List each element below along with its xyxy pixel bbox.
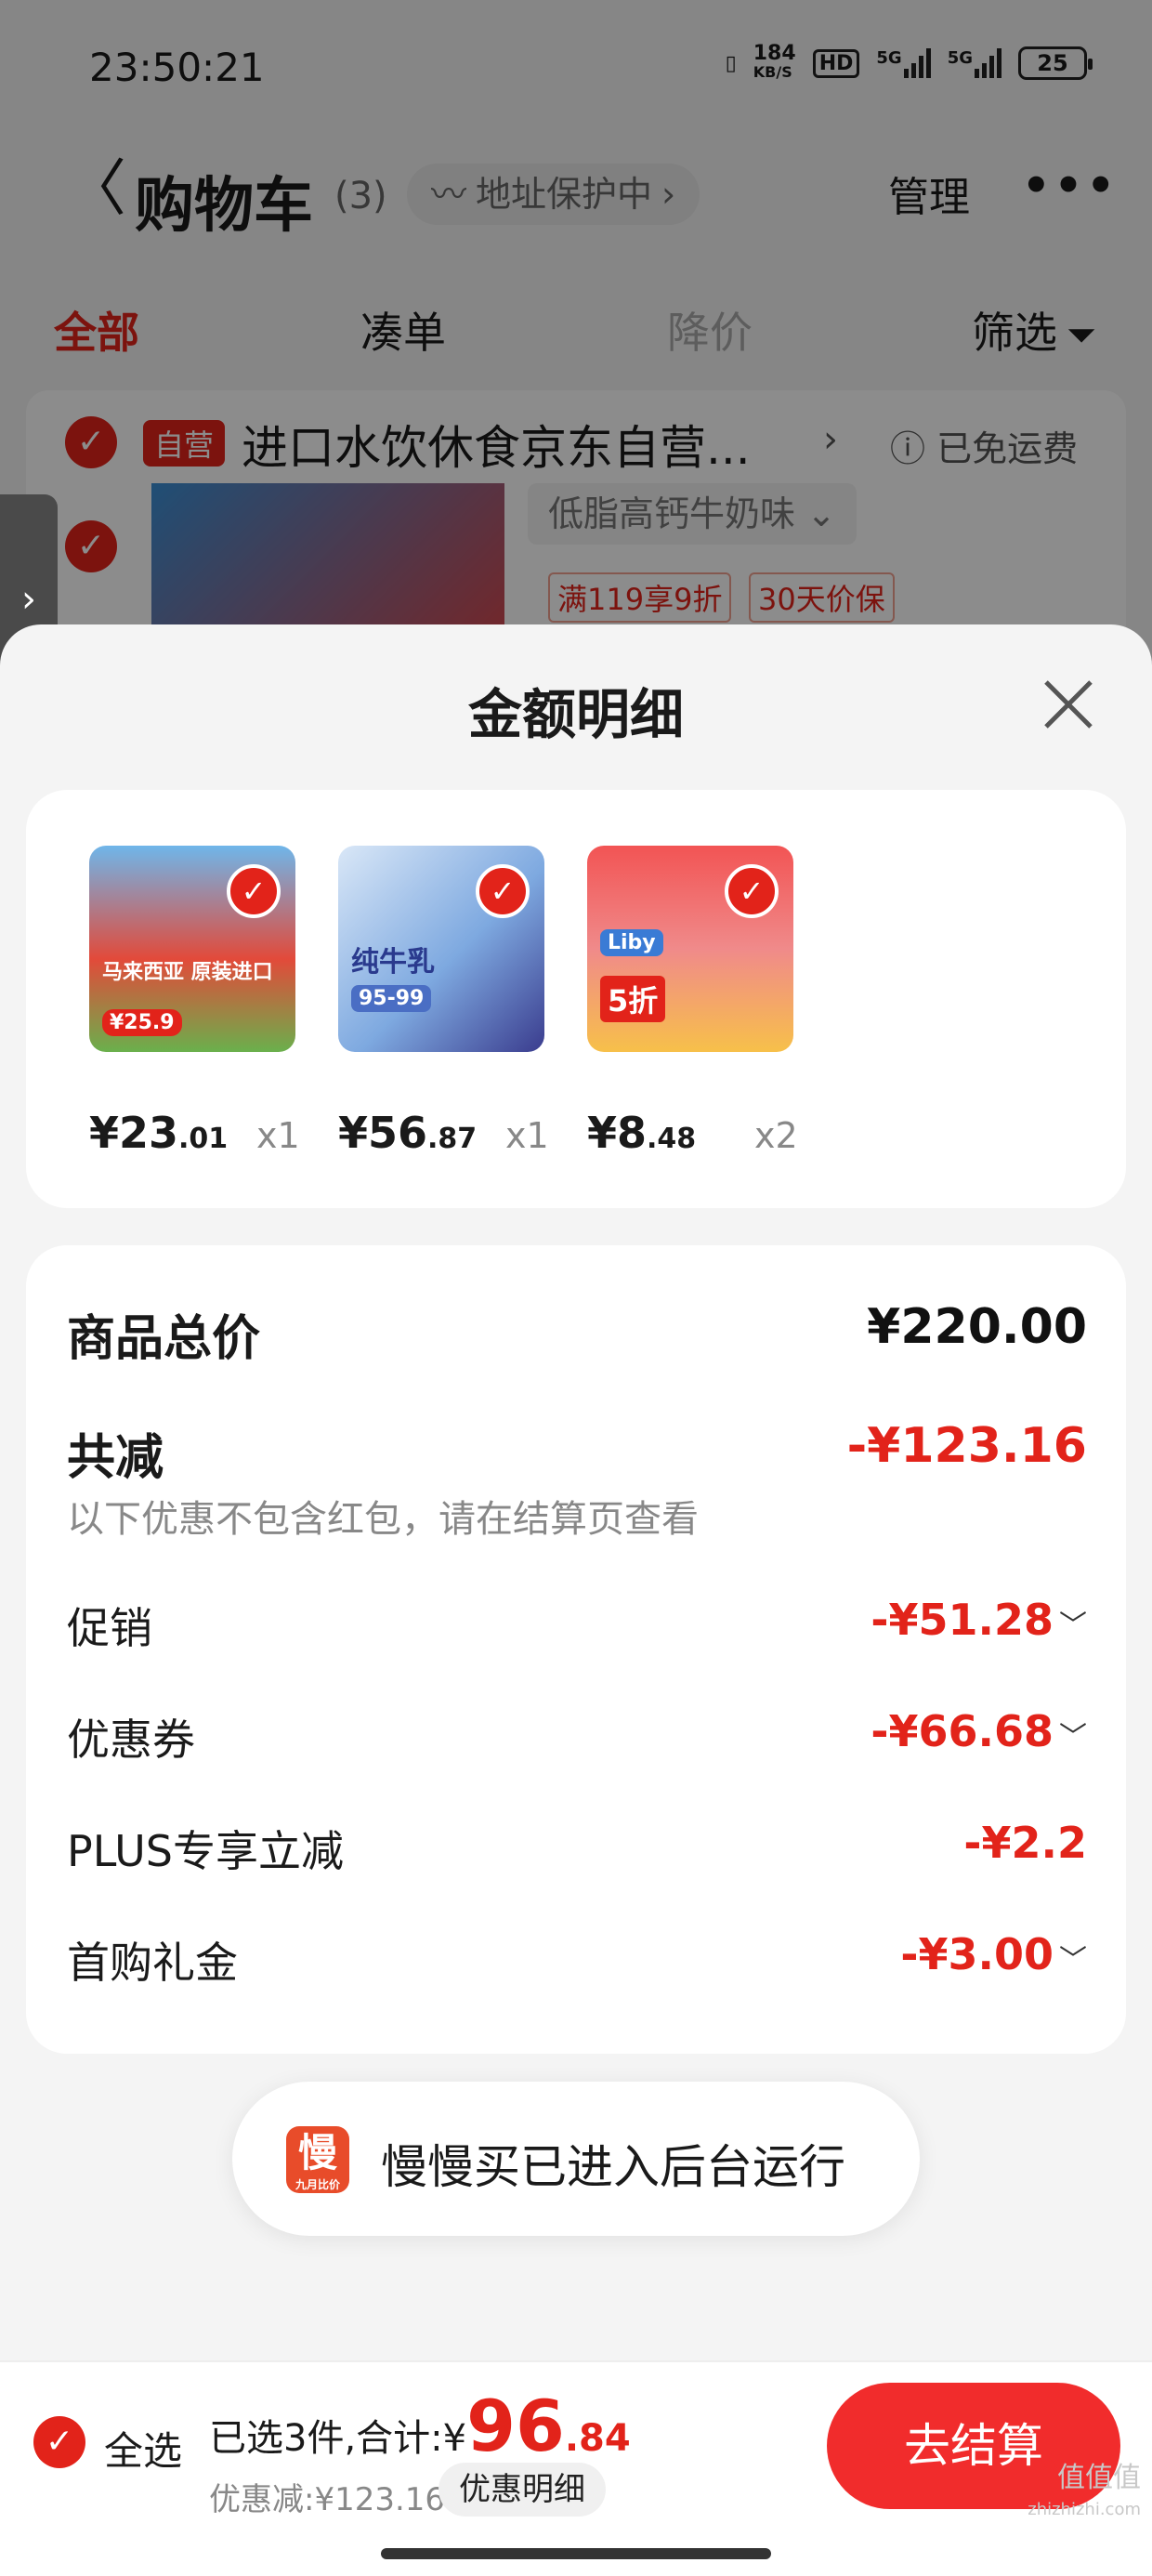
product-price: ¥8.48 bbox=[587, 1108, 696, 1158]
product-badge: 95-99 bbox=[351, 985, 432, 1012]
product-label: 马来西亚 原装进口 bbox=[102, 961, 273, 984]
watermark: 值值值 zhizhizhi.com bbox=[1028, 2463, 1141, 2526]
product-qty: x1 bbox=[256, 1115, 300, 1156]
total-value: ¥220.00 bbox=[867, 1299, 1087, 1355]
product-badge: 5折 bbox=[600, 976, 666, 1022]
selected-products-card: ✓ 马来西亚 原装进口 ¥25.9 ¥23.01 x1 ✓ 纯牛乳 95-99 … bbox=[26, 790, 1126, 1208]
chevron-down-icon: ﹀ bbox=[1059, 1610, 1087, 1642]
product-label: Liby bbox=[600, 929, 663, 956]
price-int: ¥8 bbox=[587, 1108, 648, 1158]
selected-check-icon[interactable]: ✓ bbox=[227, 864, 281, 918]
reduce-label: 共减 bbox=[67, 1430, 164, 1486]
first-buy-value[interactable]: -¥3.00 ﹀ bbox=[900, 1929, 1087, 1979]
price-summary-card: 商品总价 ¥220.00 共减 -¥123.16 以下优惠不包含红包，请在结算页… bbox=[26, 1245, 1126, 2054]
plus-value: -¥2.2 bbox=[963, 1818, 1087, 1868]
product-item[interactable]: ✓ Liby 5折 ¥8.48 x2 bbox=[587, 846, 810, 1158]
coupon-amount: -¥66.68 bbox=[871, 1706, 1054, 1756]
selected-check-icon[interactable]: ✓ bbox=[725, 864, 779, 918]
product-thumbnail[interactable]: ✓ Liby 5折 bbox=[587, 846, 793, 1052]
total-label: 商品总价 bbox=[67, 1311, 261, 1367]
discount-detail-button[interactable]: 优惠明细 bbox=[439, 2463, 606, 2517]
chevron-down-icon: ﹀ bbox=[1059, 1721, 1087, 1754]
price-int: ¥56 bbox=[338, 1108, 428, 1158]
total-amount: 96 bbox=[466, 2385, 565, 2467]
background-running-toast: 慢九月比价 慢慢买已进入后台运行 bbox=[232, 2082, 920, 2236]
close-icon[interactable] bbox=[1039, 675, 1098, 734]
product-badge: ¥25.9 bbox=[102, 1009, 182, 1036]
reduce-value: -¥123.16 bbox=[846, 1418, 1087, 1474]
product-thumbnail[interactable]: ✓ 马来西亚 原装进口 ¥25.9 bbox=[89, 846, 295, 1052]
coupon-label: 优惠券 bbox=[67, 1715, 195, 1765]
sheet-title: 金额明细 bbox=[467, 683, 684, 746]
select-all-check-icon[interactable]: ✓ bbox=[33, 2416, 85, 2468]
promo-amount: -¥51.28 bbox=[871, 1595, 1054, 1645]
plus-label: PLUS专享立减 bbox=[67, 1826, 344, 1876]
checkout-bar: ✓ 全选 已选3件,合计:¥96.84 优惠减:¥123.16 优惠明细 去结算 bbox=[0, 2360, 1152, 2576]
promo-label: 促销 bbox=[67, 1603, 152, 1653]
product-label: 纯牛乳 bbox=[351, 946, 435, 979]
chevron-down-icon: ﹀ bbox=[1059, 1944, 1087, 1977]
selected-check-icon[interactable]: ✓ bbox=[476, 864, 530, 918]
price-dec: .87 bbox=[427, 1123, 478, 1155]
discount-note: 以下优惠不包含红包，请在结算页查看 bbox=[67, 1498, 699, 1541]
select-all-label[interactable]: 全选 bbox=[104, 2420, 182, 2477]
first-buy-label: 首购礼金 bbox=[67, 1938, 238, 1988]
watermark-main: 值值值 bbox=[1057, 2462, 1141, 2494]
discount-line: 优惠减:¥123.16 bbox=[209, 2481, 446, 2518]
total-cents: .84 bbox=[564, 2417, 631, 2460]
promo-value[interactable]: -¥51.28 ﹀ bbox=[871, 1595, 1087, 1645]
coupon-value[interactable]: -¥66.68 ﹀ bbox=[871, 1706, 1087, 1756]
product-item[interactable]: ✓ 纯牛乳 95-99 ¥56.87 x1 bbox=[338, 846, 561, 1158]
app-logo-icon: 慢九月比价 bbox=[286, 2126, 349, 2193]
product-thumbnail[interactable]: ✓ 纯牛乳 95-99 bbox=[338, 846, 544, 1052]
product-qty: x2 bbox=[754, 1115, 798, 1156]
logo-sub: 九月比价 bbox=[295, 2178, 340, 2191]
price-dec: .01 bbox=[178, 1123, 229, 1155]
price-int: ¥23 bbox=[89, 1108, 179, 1158]
amount-detail-sheet: 金额明细 ✓ 马来西亚 原装进口 ¥25.9 ¥23.01 x1 ✓ 纯牛乳 9… bbox=[0, 624, 1152, 2576]
watermark-sub: zhizhizhi.com bbox=[1028, 2500, 1141, 2519]
first-buy-amount: -¥3.00 bbox=[900, 1929, 1054, 1979]
home-indicator[interactable] bbox=[381, 2548, 771, 2559]
selection-prefix: 已选3件,合计:¥ bbox=[209, 2417, 467, 2460]
product-price: ¥23.01 bbox=[89, 1108, 228, 1158]
logo-char: 慢 bbox=[297, 2130, 337, 2175]
product-price: ¥56.87 bbox=[338, 1108, 477, 1158]
product-qty: x1 bbox=[505, 1115, 549, 1156]
toast-text: 慢慢买已进入后台运行 bbox=[381, 2140, 845, 2194]
price-dec: .48 bbox=[647, 1123, 697, 1155]
selection-total: 已选3件,合计:¥96.84 bbox=[209, 2385, 631, 2467]
product-item[interactable]: ✓ 马来西亚 原装进口 ¥25.9 ¥23.01 x1 bbox=[89, 846, 312, 1158]
